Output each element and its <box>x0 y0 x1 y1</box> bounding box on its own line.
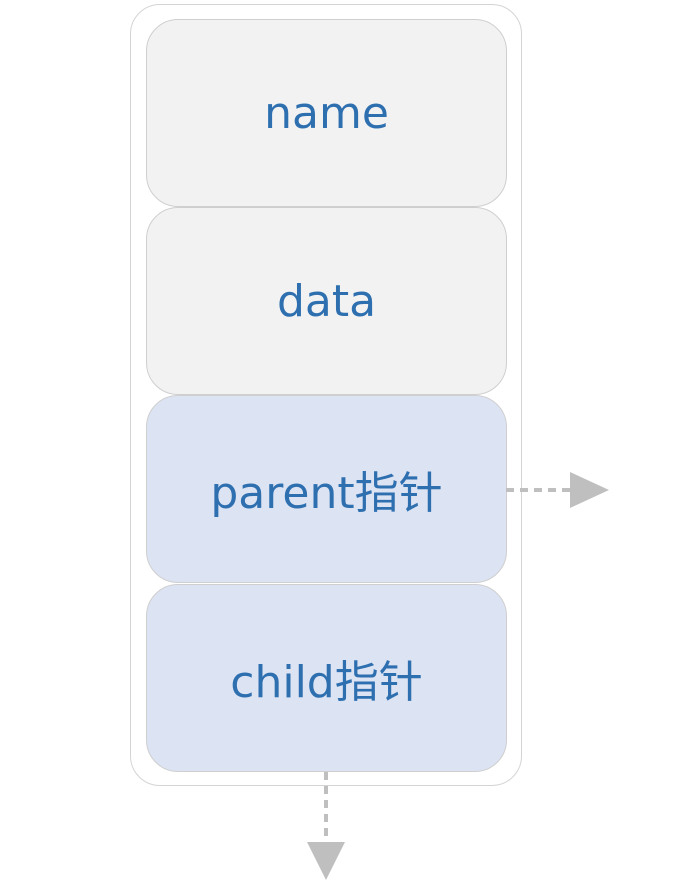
pointer-arrows <box>307 472 609 880</box>
parent-pointer-arrow <box>506 472 609 508</box>
diagram-canvas: name data parent指针 child指针 <box>0 0 679 882</box>
child-pointer-arrow <box>307 772 345 880</box>
